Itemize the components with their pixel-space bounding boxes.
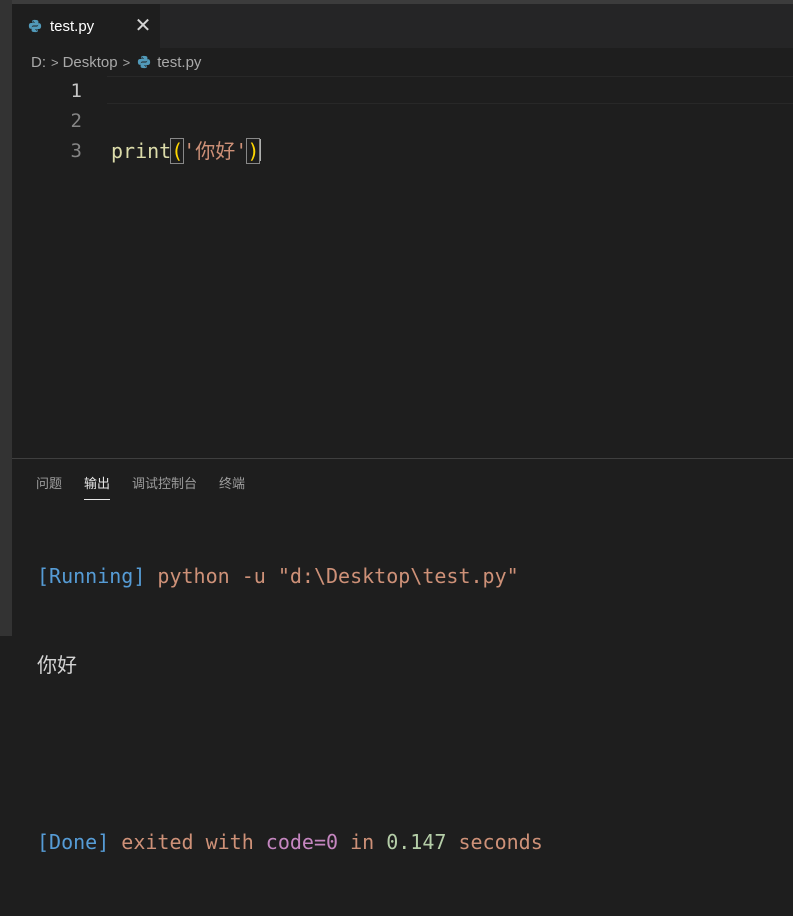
code-line-2[interactable] [111,226,261,256]
running-tag: [Running] [37,564,146,588]
tab-problems[interactable]: 问题 [36,473,62,498]
token-function: print [111,139,172,163]
output-line-blank [37,739,543,769]
tab-debug-console[interactable]: 调试控制台 [132,473,197,498]
panel-tab-list: 问题 输出 调试控制台 终端 [36,473,267,500]
code-line-3[interactable] [111,316,261,346]
text-cursor [259,139,262,161]
python-icon [28,19,42,33]
exit-code: code=0 [265,829,339,854]
breadcrumb-folder[interactable]: Desktop [63,54,118,71]
breadcrumb-drive[interactable]: D: [31,54,46,71]
close-icon[interactable]: ✕ [132,14,154,36]
exited-text: exited with [109,829,266,854]
breadcrumb: D: > Desktop > test.py [31,50,201,74]
output-log[interactable]: [Running] python -u "d:\Desktop\test.py"… [37,503,543,916]
line-number: 1 [70,80,82,102]
code-editor[interactable]: 1 2 3 print('你好') [12,76,793,458]
in-text: in [338,829,387,854]
output-line-result: 你好 [37,652,77,677]
breadcrumb-file[interactable]: test.py [157,54,201,71]
code-lines[interactable]: print('你好') [111,76,262,406]
token-string: '你好' [183,139,248,163]
activity-bar-strip [0,0,12,636]
chevron-right-icon: > [51,54,59,70]
chevron-right-icon: > [122,54,131,70]
code-line-1[interactable]: print('你好') [111,136,262,166]
bottom-panel: 问题 输出 调试控制台 终端 [Running] python -u "d:\D… [12,458,793,854]
seconds-text: seconds [446,829,543,854]
output-line-done: [Done] exited with code=0 in 0.147 secon… [37,828,543,858]
line-number: 2 [70,110,82,132]
run-command: python -u "d:\Desktop\test.py" [145,564,519,588]
token-bracket-close: ) [246,138,261,164]
line-number: 3 [70,140,82,162]
line-number-gutter: 1 2 3 [12,76,82,166]
python-icon [138,55,151,69]
tab-test-py[interactable]: test.py ✕ [12,4,160,48]
tab-terminal[interactable]: 终端 [219,473,245,498]
tab-label: test.py [50,17,95,35]
output-line-running: [Running] python -u "d:\Desktop\test.py" [37,562,543,592]
tab-output[interactable]: 输出 [84,473,111,500]
duration-value: 0.147 [386,829,447,854]
done-tag: [Done] [37,829,110,854]
token-bracket-open: ( [170,138,185,164]
